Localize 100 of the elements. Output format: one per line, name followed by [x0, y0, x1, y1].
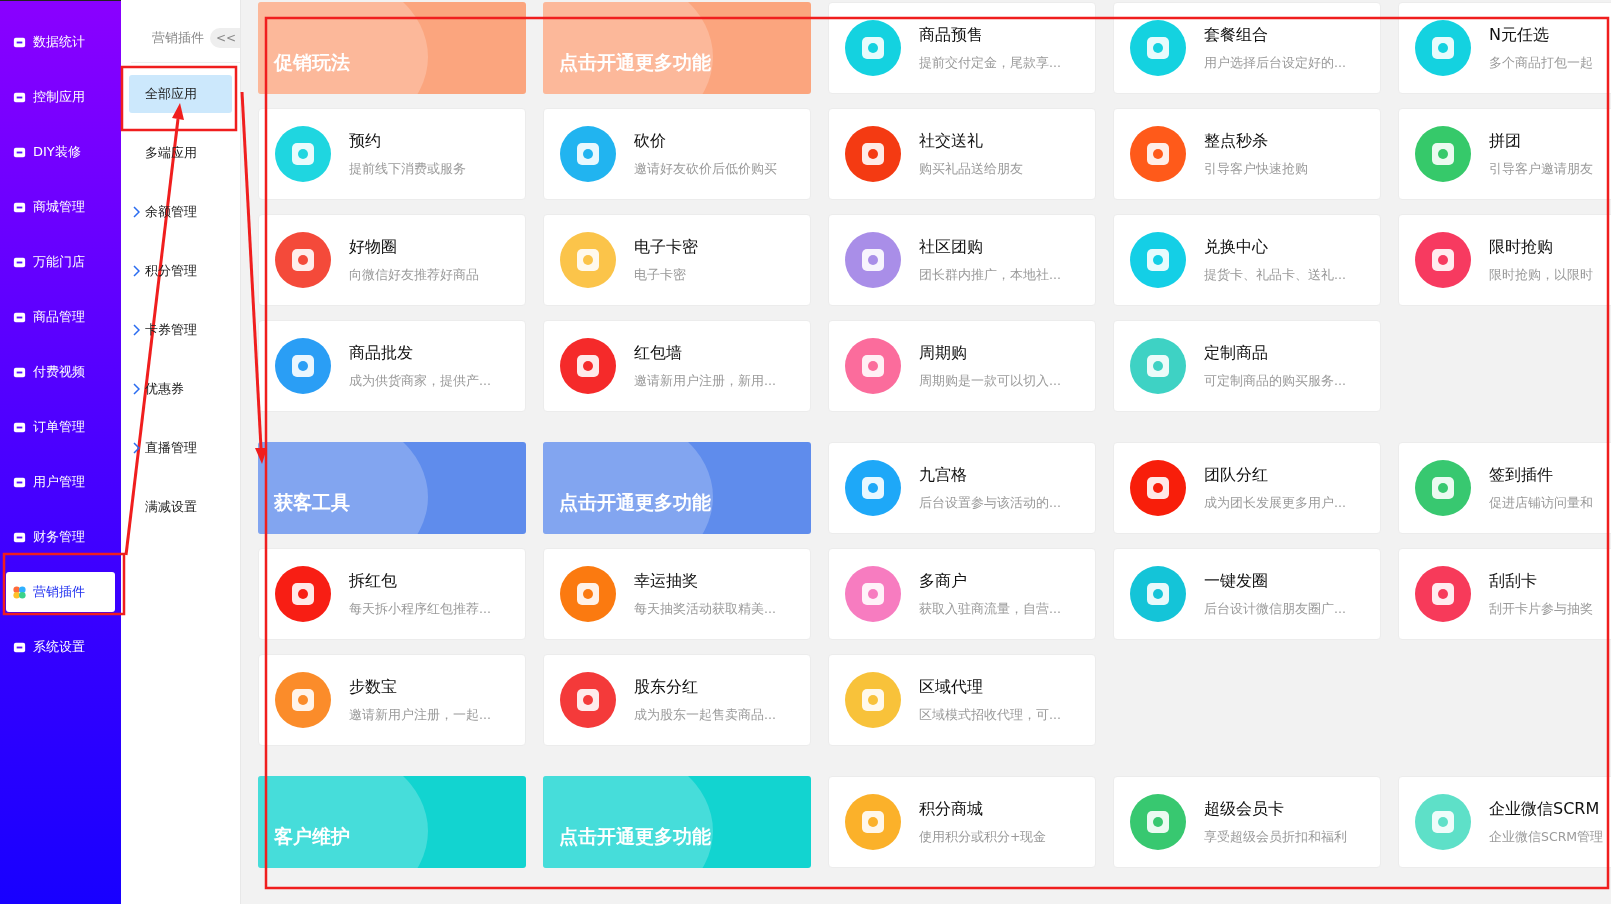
- app-card[interactable]: 社区团购 团长群内推广，本地社...: [828, 214, 1096, 306]
- app-card[interactable]: 团队分红 成为团长发展更多用户...: [1113, 442, 1381, 534]
- sidebar-item[interactable]: 付费视频: [6, 357, 115, 387]
- petals-icon: [12, 584, 27, 600]
- app-title: 刮刮卡: [1489, 570, 1538, 592]
- app-card[interactable]: 社交送礼 购买礼品送给朋友: [828, 108, 1096, 200]
- app-title: 团队分红: [1204, 464, 1269, 486]
- app-title: 预约: [349, 130, 382, 152]
- sidebar-item[interactable]: 商品管理: [6, 302, 115, 332]
- app-title: 九宫格: [919, 464, 968, 486]
- app-title: 社交送礼: [919, 130, 984, 152]
- submenu-item[interactable]: 满减设置: [129, 488, 232, 526]
- sidebar-item[interactable]: 用户管理: [6, 467, 115, 497]
- app-title: N元任选: [1489, 24, 1550, 46]
- app-title: 拼团: [1489, 130, 1522, 152]
- app-description: 可定制商品的购买服务...: [1204, 372, 1346, 390]
- app-title: 红包墙: [634, 342, 683, 364]
- sidebar-item[interactable]: 系统设置: [6, 632, 115, 662]
- app-title: 一键发圈: [1204, 570, 1269, 592]
- app-description: 提货卡、礼品卡、送礼...: [1204, 266, 1346, 284]
- app-description: 成为团长发展更多用户...: [1204, 494, 1346, 512]
- app-card[interactable]: 商品批发 成为供货商家，提供产...: [258, 320, 526, 412]
- app-card[interactable]: 超级会员卡 享受超级会员折扣和福利: [1113, 776, 1381, 868]
- sidebar-item[interactable]: 营销插件: [6, 572, 115, 612]
- app-description: 区域模式招收代理，可...: [919, 706, 1061, 724]
- chevron-icon: [132, 324, 140, 336]
- app-description: 每天拆小程序红包推荐...: [349, 600, 491, 618]
- app-description: 引导客户邀请朋友: [1489, 160, 1593, 178]
- app-description: 成为供货商家，提供产...: [349, 372, 491, 390]
- app-description: 引导客户快速抢购: [1204, 160, 1308, 178]
- app-card[interactable]: 拼团 引导客户邀请朋友: [1398, 108, 1611, 200]
- app-card[interactable]: 拆红包 每天拆小程序红包推荐...: [258, 548, 526, 640]
- app-card[interactable]: 套餐组合 用户选择后台设定好的...: [1113, 2, 1381, 94]
- app-card[interactable]: 九宫格 后台设置参与该活动的...: [828, 442, 1096, 534]
- app-card[interactable]: 积分商城 使用积分或积分+现金: [828, 776, 1096, 868]
- app-title: 拆红包: [349, 570, 398, 592]
- chevron-icon: [132, 383, 140, 395]
- app-title: 砍价: [634, 130, 667, 152]
- app-card[interactable]: 企业微信SCRM 企业微信SCRM管理: [1398, 776, 1611, 868]
- submenu-item[interactable]: 全部应用: [129, 75, 232, 113]
- app-title: 签到插件: [1489, 464, 1554, 486]
- app-card[interactable]: 幸运抽奖 每天抽奖活动获取精美...: [543, 548, 811, 640]
- sidebar-item[interactable]: 商城管理: [6, 192, 115, 222]
- app-description: 限时抢购，以限时: [1489, 266, 1593, 284]
- app-description: 提前交付定金，尾款享...: [919, 54, 1061, 72]
- app-title: 超级会员卡: [1204, 798, 1285, 820]
- sidebar-item[interactable]: 订单管理: [6, 412, 115, 442]
- app-description: 后台设置参与该活动的...: [919, 494, 1061, 512]
- app-title: 社区团购: [919, 236, 984, 258]
- app-description: 使用积分或积分+现金: [919, 828, 1047, 846]
- app-title: 整点秒杀: [1204, 130, 1269, 152]
- app-title: 周期购: [919, 342, 968, 364]
- app-card[interactable]: 整点秒杀 引导客户快速抢购: [1113, 108, 1381, 200]
- app-title: 步数宝: [349, 676, 398, 698]
- app-card[interactable]: 签到插件 促进店铺访问量和: [1398, 442, 1611, 534]
- sidebar-item[interactable]: 财务管理: [6, 522, 115, 552]
- app-title: 好物圈: [349, 236, 398, 258]
- chevron-icon: [132, 442, 140, 454]
- app-card[interactable]: 限时抢购 限时抢购，以限时: [1398, 214, 1611, 306]
- app-title: 商品批发: [349, 342, 414, 364]
- app-description: 享受超级会员折扣和福利: [1204, 828, 1347, 846]
- app-card[interactable]: 区域代理 区域模式招收代理，可...: [828, 654, 1096, 746]
- app-description: 用户选择后台设定好的...: [1204, 54, 1346, 72]
- app-description: 向微信好友推荐好商品: [349, 266, 479, 284]
- app-card[interactable]: 多商户 获取入驻商流量，自营...: [828, 548, 1096, 640]
- app-description: 提前线下消费或服务: [349, 160, 466, 178]
- app-description: 刮开卡片参与抽奖: [1489, 600, 1593, 618]
- app-description: 每天抽奖活动获取精美...: [634, 600, 776, 618]
- app-description: 促进店铺访问量和: [1489, 494, 1593, 512]
- app-card[interactable]: 商品预售 提前交付定金，尾款享...: [828, 2, 1096, 94]
- app-title: 股东分红: [634, 676, 699, 698]
- app-title: 多商户: [919, 570, 968, 592]
- app-description: 获取入驻商流量，自营...: [919, 600, 1061, 618]
- sidebar-item[interactable]: 万能门店: [6, 247, 115, 277]
- app-card[interactable]: 兑换中心 提货卡、礼品卡、送礼...: [1113, 214, 1381, 306]
- app-description: 邀请新用户注册，新用...: [634, 372, 776, 390]
- app-card[interactable]: 一键发圈 后台设计微信朋友圈广...: [1113, 548, 1381, 640]
- app-title: 区域代理: [919, 676, 984, 698]
- app-card[interactable]: 红包墙 邀请新用户注册，新用...: [543, 320, 811, 412]
- app-title: 电子卡密: [634, 236, 698, 258]
- app-title: 套餐组合: [1204, 24, 1269, 46]
- app-description: 企业微信SCRM管理: [1489, 828, 1604, 846]
- app-description: 团长群内推广，本地社...: [919, 266, 1061, 284]
- app-card[interactable]: 预约 提前线下消费或服务: [258, 108, 526, 200]
- app-title: 企业微信SCRM: [1489, 798, 1601, 820]
- submenu-item[interactable]: 直播管理: [129, 429, 232, 467]
- app-card[interactable]: 砍价 邀请好友砍价后低价购买: [543, 108, 811, 200]
- sidebar-item[interactable]: DIY装修: [6, 137, 115, 167]
- sidebar-item[interactable]: 控制应用: [6, 82, 115, 112]
- app-title: 兑换中心: [1204, 236, 1269, 258]
- app-card[interactable]: 定制商品 可定制商品的购买服务...: [1113, 320, 1381, 412]
- sidebar-item[interactable]: 数据统计: [6, 27, 115, 57]
- app-card[interactable]: 刮刮卡 刮开卡片参与抽奖: [1398, 548, 1611, 640]
- app-description: 电子卡密: [634, 266, 687, 284]
- app-title: 定制商品: [1204, 342, 1269, 364]
- app-title: 幸运抽奖: [634, 570, 699, 592]
- app-card[interactable]: 好物圈 向微信好友推荐好商品: [258, 214, 526, 306]
- chevron-icon: [132, 265, 140, 277]
- submenu-title: 营销插件: [151, 29, 204, 47]
- app-card[interactable]: 电子卡密 电子卡密: [543, 214, 811, 306]
